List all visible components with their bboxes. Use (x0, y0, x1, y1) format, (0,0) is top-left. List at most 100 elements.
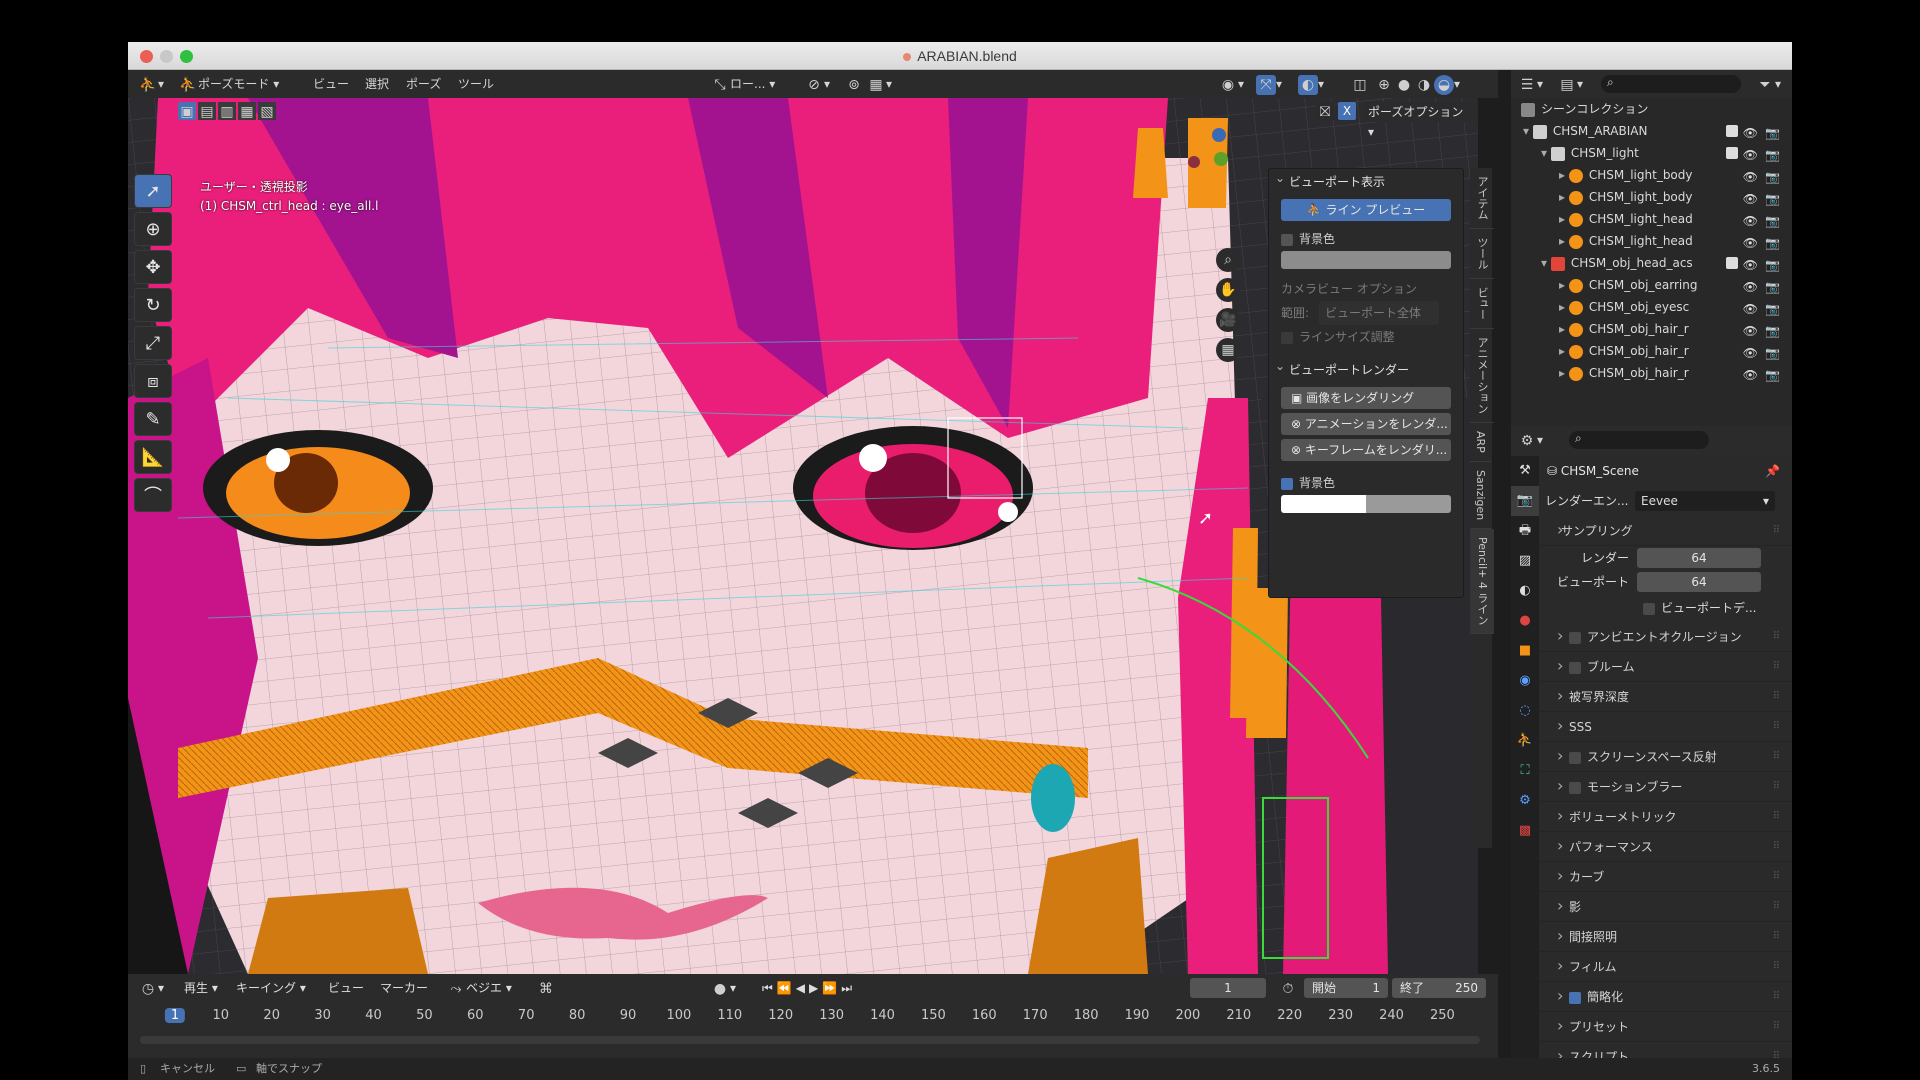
properties-search-input[interactable]: ⌕ (1569, 431, 1709, 449)
outliner-row[interactable]: ▸ CHSM_obj_eyesc 👁 📷 (1511, 296, 1792, 318)
outliner-editor-type[interactable]: ☰ ▾ (1517, 70, 1543, 98)
disclosure-chevron-icon[interactable]: ▾ (1523, 124, 1533, 138)
drag-grip-icon[interactable]: ⠿ (1773, 712, 1780, 742)
section-enable-checkbox[interactable] (1569, 991, 1581, 1004)
current-frame-indicator[interactable]: 1 (164, 1008, 186, 1023)
drag-grip-icon[interactable]: ⠿ (1773, 742, 1780, 772)
outliner-row[interactable]: ▸ CHSM_obj_earring 👁 📷 (1511, 274, 1792, 296)
bone-size-tool[interactable]: ⌒ (134, 478, 172, 512)
object-data-tab-icon[interactable]: ⛶ (1511, 756, 1539, 786)
section-enable-checkbox[interactable] (1569, 781, 1581, 794)
xray-toggle[interactable]: ◫ (1350, 70, 1370, 98)
shading-material[interactable]: ◑ (1414, 70, 1434, 98)
bg-color2-checkbox[interactable] (1281, 477, 1293, 490)
property-section-header[interactable]: 被写界深度 ⠿ (1539, 681, 1792, 712)
tab-arp[interactable]: ARP (1470, 423, 1491, 462)
property-section-header[interactable]: ブルーム ⠿ (1539, 651, 1792, 682)
tab-pencil-line[interactable]: Pencil+ 4 ライン (1470, 529, 1494, 635)
property-section-header[interactable]: アンビエントオクルージョン ⠿ (1539, 621, 1792, 652)
snap-toggle[interactable]: ⊚ (844, 70, 864, 98)
bg-color2-toggle[interactable]: 背景色 (1269, 471, 1463, 495)
select-box-tool[interactable]: ➚ (134, 174, 172, 208)
outliner-row[interactable]: ▾ CHSM_obj_head_acs 👁 📷 (1511, 252, 1792, 274)
viewport-denoise-row[interactable]: ビューポートデ... (1539, 594, 1792, 622)
property-section-header[interactable]: カーブ ⠿ (1539, 861, 1792, 892)
shading-solid[interactable]: ● (1394, 70, 1414, 98)
property-section-header[interactable]: モーションブラー ⠿ (1539, 771, 1792, 802)
render-camera-icon[interactable]: 📷 (1765, 188, 1780, 210)
y-axis-icon[interactable] (1214, 152, 1228, 166)
exclude-checkbox[interactable] (1726, 257, 1738, 269)
viewport-render-header[interactable]: ビューポートレンダー (1269, 353, 1463, 383)
view-layer-tab-icon[interactable]: ▨ (1511, 546, 1539, 576)
drag-grip-icon[interactable]: ⠿ (1773, 832, 1780, 862)
frame-ruler[interactable]: 1 10 20 30 40 50 60 70 80 90 100 110 120 130 140 150 160… (128, 974, 1498, 1058)
property-section-header[interactable]: SSS ⠿ (1539, 711, 1792, 742)
viewport-samples-field[interactable]: 64 (1637, 572, 1761, 592)
drag-grip-icon[interactable]: ⠿ (1773, 682, 1780, 712)
transform-tool[interactable]: ⧈ (134, 364, 172, 398)
menu-view[interactable]: ビュー (313, 70, 349, 98)
camera-icon[interactable]: 🎥 (1216, 308, 1240, 332)
disclosure-chevron-icon[interactable]: ▾ (1541, 256, 1551, 270)
property-section-header[interactable]: ボリューメトリック ⠿ (1539, 801, 1792, 832)
eye-icon[interactable]: 👁 (1743, 298, 1758, 320)
disclosure-chevron-icon[interactable]: ▸ (1559, 234, 1569, 248)
scene-tab-icon[interactable]: ◐ (1511, 576, 1539, 606)
menu-tool[interactable]: ツール (458, 70, 494, 98)
render-animation-button[interactable]: ⊗ アニメーションをレンダ... (1281, 413, 1451, 435)
scale-tool[interactable]: ⤢ (134, 326, 172, 360)
drag-grip-icon[interactable]: ⠿ (1773, 952, 1780, 982)
render-keyframe-button[interactable]: ⊗ キーフレームをレンダリ... (1281, 439, 1451, 461)
texture-tab-icon[interactable]: ▩ (1511, 816, 1539, 846)
eye-icon[interactable]: 👁 (1743, 166, 1758, 188)
property-section-header[interactable]: スクリーンスペース反射 ⠿ (1539, 741, 1792, 772)
mirror-icon[interactable]: ⛝ (1316, 102, 1334, 120)
select-new-icon[interactable]: ▣ (178, 102, 196, 120)
disclosure-chevron-icon[interactable]: ▸ (1559, 366, 1569, 380)
render-camera-icon[interactable]: 📷 (1765, 254, 1780, 276)
drag-grip-icon[interactable]: ⠿ (1773, 922, 1780, 952)
eye-icon[interactable]: 👁 (1743, 254, 1758, 276)
menu-pose[interactable]: ポーズ (406, 70, 441, 98)
x-axis-neg-icon[interactable] (1188, 156, 1200, 168)
timeline-scrollbar[interactable] (140, 1036, 1480, 1044)
world-tab-icon[interactable]: ● (1511, 606, 1539, 636)
properties-editor-type[interactable]: ⚙ ▾ (1517, 426, 1543, 454)
eye-icon[interactable]: 👁 (1743, 210, 1758, 232)
disclosure-chevron-icon[interactable]: ▸ (1559, 168, 1569, 182)
render-camera-icon[interactable]: 📷 (1765, 276, 1780, 298)
render-image-button[interactable]: ▣ 画像をレンダリング (1281, 387, 1451, 409)
pivot-dropdown[interactable]: ⊘ ▾ (804, 70, 830, 98)
disclosure-chevron-icon[interactable]: ▸ (1559, 322, 1569, 336)
eye-icon[interactable]: 👁 (1743, 320, 1758, 342)
outliner-row[interactable]: ▾ CHSM_light 👁 📷 (1511, 142, 1792, 164)
orientation-dropdown[interactable]: ⤡ ロー... ▾ (710, 70, 775, 98)
tool-tab-icon[interactable]: ⚒ (1511, 456, 1539, 486)
x-mirror-toggle[interactable]: X (1338, 102, 1356, 120)
line-preview-button[interactable]: ⛹ ライン プレビュー (1281, 199, 1451, 221)
viewport-display-header[interactable]: ビューポート表示 (1269, 165, 1463, 195)
outliner-row[interactable]: ▸ CHSM_light_body 👁 📷 (1511, 164, 1792, 186)
select-subtract-icon[interactable]: ▥ (218, 102, 236, 120)
render-camera-icon[interactable]: 📷 (1765, 342, 1780, 364)
outliner-row[interactable]: ▸ CHSM_obj_hair_r 👁 📷 (1511, 318, 1792, 340)
mode-dropdown[interactable]: ⛹ポーズモード ▾ (178, 70, 279, 98)
render-engine-dropdown[interactable]: Eevee ▾ (1635, 491, 1775, 511)
section-enable-checkbox[interactable] (1569, 631, 1581, 644)
range-row[interactable]: 範囲: ビューポート全体 (1269, 301, 1463, 325)
tab-item[interactable]: アイテム (1470, 168, 1494, 229)
physics-tab-icon[interactable]: ⛹ (1511, 726, 1539, 756)
annotate-tool[interactable]: ✎ (134, 402, 172, 436)
drag-grip-icon[interactable]: ⠿ (1773, 892, 1780, 922)
disclosure-chevron-icon[interactable]: ▸ (1559, 190, 1569, 204)
display-mode-dropdown[interactable]: ▤ ▾ (1557, 70, 1583, 98)
drag-grip-icon[interactable]: ⠿ (1773, 772, 1780, 802)
disclosure-chevron-icon[interactable]: ▸ (1559, 278, 1569, 292)
eye-icon[interactable]: 👁 (1743, 144, 1758, 166)
outliner-row[interactable]: ▸ CHSM_light_head 👁 📷 (1511, 208, 1792, 230)
eye-icon[interactable]: 👁 (1743, 188, 1758, 210)
drag-grip-icon[interactable]: ⠿ (1773, 1012, 1780, 1042)
viewport-denoise-checkbox[interactable] (1643, 602, 1655, 615)
property-section-header[interactable]: フィルム ⠿ (1539, 951, 1792, 982)
